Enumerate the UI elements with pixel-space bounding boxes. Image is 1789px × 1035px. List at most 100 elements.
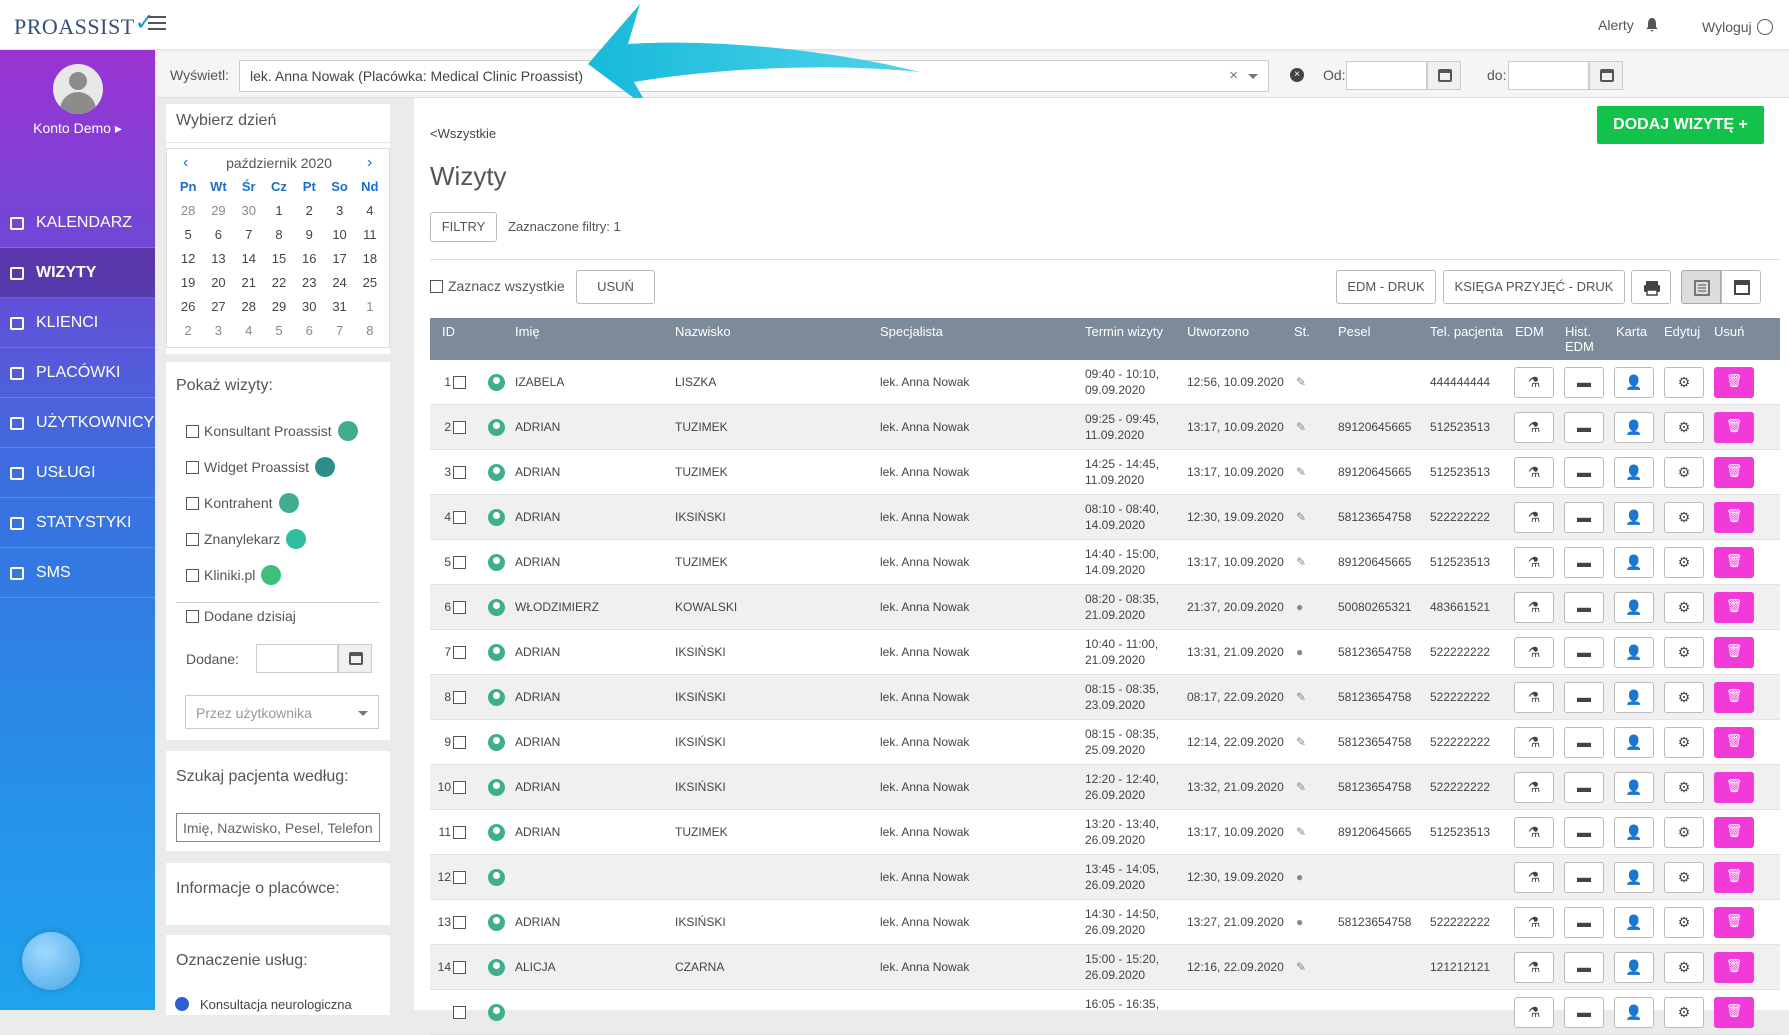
edit-visit-button[interactable]: ⚙ [1664,772,1704,803]
calendar-day[interactable]: 3 [324,203,354,227]
patient-card-button[interactable]: 👤 [1614,547,1654,578]
back-all-link[interactable]: <Wszystkie [430,126,496,141]
edm-button[interactable]: ⚗ [1514,727,1554,758]
edm-button[interactable]: ⚗ [1514,682,1554,713]
delete-visit-button[interactable]: 🗑 [1714,862,1754,893]
calendar-day[interactable]: 12 [173,251,203,275]
calendar-day[interactable]: 1 [264,203,294,227]
date-from-input[interactable] [1346,61,1427,90]
edit-visit-button[interactable]: ⚙ [1664,997,1704,1028]
calendar-day[interactable]: 23 [294,275,324,299]
source-filter-row[interactable]: Kliniki.pl [186,565,282,585]
column-header[interactable]: Nazwisko [675,324,731,339]
add-visit-button[interactable]: DODAJ WIZYTĘ + [1597,106,1764,144]
column-header[interactable]: Utworzono [1187,324,1249,339]
edm-history-button[interactable]: ▬ [1564,457,1604,488]
delete-visit-button[interactable]: 🗑 [1714,547,1754,578]
calendar-day[interactable]: 28 [234,299,264,323]
row-checkbox[interactable] [453,601,466,615]
calendar-day[interactable]: 30 [234,203,264,227]
by-user-select[interactable]: Przez użytkownika [185,695,379,729]
calendar-day[interactable]: 4 [355,203,385,227]
row-checkbox[interactable] [453,871,466,885]
calendar-day[interactable]: 13 [203,251,233,275]
sidebar-item-kalendarz[interactable]: KALENDARZ [0,198,155,248]
edm-button[interactable]: ⚗ [1514,457,1554,488]
edm-history-button[interactable]: ▬ [1564,547,1604,578]
edm-button[interactable]: ⚗ [1514,547,1554,578]
select-all-checkbox-row[interactable]: Zaznacz wszystkie [430,278,565,294]
edit-visit-button[interactable]: ⚙ [1664,952,1704,983]
sidebar-item-usługi[interactable]: USŁUGI [0,448,155,498]
patient-card-button[interactable]: 👤 [1614,457,1654,488]
calendar-day[interactable]: 30 [294,299,324,323]
table-row[interactable]: 14 ALICJA CZARNA lek. Anna Nowak 15:00 - 15:… [430,945,1780,990]
patient-card-button[interactable]: 👤 [1614,367,1654,398]
source-filter-row[interactable]: Kontrahent [186,493,299,513]
edit-visit-button[interactable]: ⚙ [1664,502,1704,533]
edit-visit-button[interactable]: ⚙ [1664,367,1704,398]
calendar-day[interactable]: 7 [324,323,354,347]
calendar-day[interactable]: 26 [173,299,203,323]
table-row[interactable]: 13 ADRIAN IKSIŃSKI lek. Anna Nowak 14:30 - 1… [430,900,1780,945]
table-row[interactable]: 4 ADRIAN IKSIŃSKI lek. Anna Nowak 08:10 - 08… [430,495,1780,540]
edm-history-button[interactable]: ▬ [1564,997,1604,1028]
table-row[interactable]: 12 lek. Anna Nowak 13:45 - 14:05, 26.09.202… [430,855,1780,900]
edm-history-button[interactable]: ▬ [1564,727,1604,758]
calendar-day[interactable]: 25 [355,275,385,299]
edit-visit-button[interactable]: ⚙ [1664,907,1704,938]
chevron-down-icon[interactable] [1248,74,1258,79]
table-row[interactable]: 10 ADRIAN IKSIŃSKI lek. Anna Nowak 12:20 - 1… [430,765,1780,810]
delete-visit-button[interactable]: 🗑 [1714,502,1754,533]
delete-selected-button[interactable]: USUŃ [576,270,655,304]
table-row[interactable]: 1 IZABELA LISZKA lek. Anna Nowak 09:40 - 10:… [430,360,1780,405]
edm-history-button[interactable]: ▬ [1564,412,1604,443]
logout-link[interactable]: Wyloguj [1702,16,1773,35]
edm-button[interactable]: ⚗ [1514,952,1554,983]
edit-visit-button[interactable]: ⚙ [1664,727,1704,758]
source-checkbox[interactable] [186,460,199,474]
account-menu[interactable]: Konto Demo ▸ [0,120,155,137]
row-checkbox[interactable] [453,1006,466,1020]
patient-card-button[interactable]: 👤 [1614,997,1654,1028]
column-header[interactable]: Specjalista [880,324,943,339]
date-to-calendar-button[interactable] [1589,61,1623,90]
patient-card-button[interactable]: 👤 [1614,907,1654,938]
source-checkbox[interactable] [186,568,199,582]
column-header[interactable]: Usuń [1714,324,1744,339]
sidebar-item-klienci[interactable]: KLIENCI [0,298,155,348]
calendar-day[interactable]: 2 [173,323,203,347]
edm-history-button[interactable]: ▬ [1564,907,1604,938]
edm-history-button[interactable]: ▬ [1564,367,1604,398]
calendar-day[interactable]: 20 [203,275,233,299]
source-checkbox[interactable] [186,496,199,510]
table-row[interactable]: 2 ADRIAN TUZIMEK lek. Anna Nowak 09:25 - 09:… [430,405,1780,450]
delete-visit-button[interactable]: 🗑 [1714,997,1754,1028]
calendar-day[interactable]: 5 [264,323,294,347]
delete-visit-button[interactable]: 🗑 [1714,457,1754,488]
patient-card-button[interactable]: 👤 [1614,412,1654,443]
date-from-calendar-button[interactable] [1427,61,1461,90]
admission-book-print-button[interactable]: KSIĘGA PRZYJĘĆ - DRUK [1443,270,1625,304]
clear-dates-icon[interactable]: × [1290,68,1304,82]
edm-button[interactable]: ⚗ [1514,367,1554,398]
row-checkbox[interactable] [453,961,466,975]
column-header[interactable]: ID [442,324,455,339]
edm-history-button[interactable]: ▬ [1564,637,1604,668]
calendar-day[interactable]: 10 [324,227,354,251]
patient-card-button[interactable]: 👤 [1614,817,1654,848]
date-to-input[interactable] [1508,61,1589,90]
row-checkbox[interactable] [453,466,466,480]
edm-history-button[interactable]: ▬ [1564,502,1604,533]
patient-card-button[interactable]: 👤 [1614,952,1654,983]
calendar-day[interactable]: 14 [234,251,264,275]
patient-card-button[interactable]: 👤 [1614,592,1654,623]
filters-button[interactable]: FILTRY [430,212,497,242]
edm-history-button[interactable]: ▬ [1564,682,1604,713]
patient-card-button[interactable]: 👤 [1614,862,1654,893]
row-checkbox[interactable] [453,646,466,660]
column-header[interactable]: Hist. EDM [1565,324,1601,354]
calendar-day[interactable]: 9 [294,227,324,251]
source-checkbox[interactable] [186,424,199,438]
edm-history-button[interactable]: ▬ [1564,817,1604,848]
